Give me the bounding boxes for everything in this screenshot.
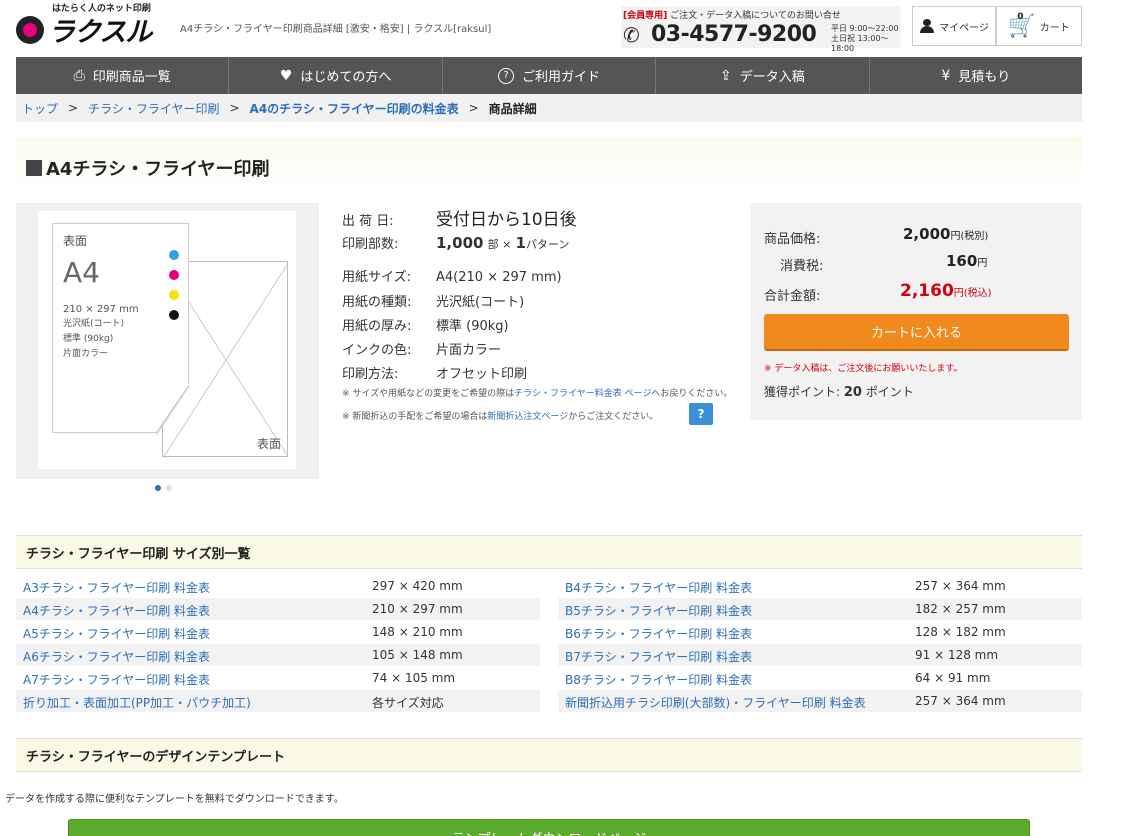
contact-hours: 平日 9:00〜22:00 土日祝 13:00〜18:00 — [831, 24, 899, 53]
nav-item-guide[interactable]: ? ご利用ガイド — [443, 57, 657, 94]
spec-note-change: ※ サイズや用紙などの変更をご希望の際はチラシ・フライヤー料金表 ページへお戻り… — [342, 389, 733, 399]
page-title: A4チラシ・フライヤー印刷 — [26, 155, 270, 181]
size-list-header: チラシ・フライヤー印刷 サイズ別一覧 — [16, 535, 1082, 569]
carousel-dot[interactable] — [166, 485, 172, 491]
contact-box: [会員専用] ご注文・データ入稿についてのお問い合せ ✆ 03-4577-920… — [621, 6, 901, 53]
logo-mark-icon — [16, 15, 44, 44]
spec-ship-date: 出 荷 日: 受付日から10日後 — [342, 210, 577, 230]
total-value: 2,160円(税込) — [900, 281, 992, 301]
paper-size-label: A4 — [63, 256, 100, 289]
page-title-bar: A4チラシ・フライヤー印刷 — [16, 137, 1082, 191]
points-earned: 獲得ポイント: 20 ポイント — [764, 385, 914, 400]
table-row: A3チラシ・フライヤー印刷 料金表 297 × 420 mm B4チラシ・フライ… — [23, 579, 1006, 595]
phone-icon: ✆ — [623, 23, 640, 47]
breadcrumb-separator: > — [468, 101, 479, 115]
header-description: A4チラシ・フライヤー印刷商品詳細 [激安・格安] | ラクスル[raksul] — [180, 24, 492, 35]
yen-icon: ¥ — [941, 67, 951, 84]
price-label: 商品価格: — [764, 232, 821, 247]
black-dot — [169, 310, 179, 320]
paper-front-specs: 210 × 297 mm 光沢紙(コート) 標準 (90kg) 片面カラー — [63, 304, 139, 359]
breadcrumb-home[interactable]: トップ — [22, 100, 58, 117]
paper-front-label: 表面 — [63, 234, 88, 248]
breadcrumb-separator: > — [229, 101, 240, 115]
title-marker — [26, 160, 42, 176]
table-row: A6チラシ・フライヤー印刷 料金表 105 × 148 mm B7チラシ・フライ… — [16, 644, 1082, 667]
add-to-cart-button[interactable]: カートに入れる — [764, 314, 1069, 351]
upload-icon: ⇪ — [720, 67, 732, 84]
logo-text: ラクスル — [48, 17, 152, 48]
product-preview: 表面 表面 A4 210 × 297 mm 光沢紙(コート) 標準 (90kg)… — [16, 203, 319, 479]
member-only-badge: [会員専用] — [623, 11, 668, 21]
cyan-dot — [169, 250, 179, 260]
price-value: 2,000円(税別) — [903, 225, 989, 243]
newspaper-order-link[interactable]: 新聞折込注文ページ — [487, 412, 568, 422]
question-icon: ? — [498, 67, 514, 84]
breadcrumb-current: 商品詳細 — [488, 101, 537, 116]
tax-value: 160円 — [946, 252, 988, 270]
cart-button[interactable]: 🛒 0 カート — [996, 6, 1082, 46]
carousel-dots — [155, 485, 172, 491]
contact-text: ご注文・データ入稿についてのお問い合せ — [670, 11, 841, 21]
mypage-button[interactable]: マイページ — [912, 6, 996, 46]
cart-count: 0 — [1017, 11, 1024, 22]
main-nav: ⎙ 印刷商品一覧 ♥ はじめての方へ ? ご利用ガイド ⇪ データ入稿 ¥ 見積… — [16, 57, 1082, 94]
cart-label: カート — [1039, 22, 1070, 34]
help-button[interactable]: ? — [689, 403, 713, 425]
nav-item-upload[interactable]: ⇪ データ入稿 — [656, 57, 870, 94]
person-icon — [919, 19, 935, 33]
price-box: 商品価格: 2,000円(税別) 消費税: 160円 合計金額: 2,160円(… — [750, 203, 1082, 420]
total-label: 合計金額: — [764, 289, 821, 304]
paper-back-label: 表面 — [256, 437, 281, 451]
spec-print-method: 印刷方法: オフセット印刷 — [342, 367, 528, 382]
cart-icon: 🛒 0 — [1008, 11, 1036, 39]
table-row: A5チラシ・フライヤー印刷 料金表 148 × 210 mm B6チラシ・フライ… — [23, 625, 1006, 641]
spec-ink-color: インクの色: 片面カラー — [342, 343, 502, 358]
table-row: A4チラシ・フライヤー印刷 料金表 210 × 297 mm B5チラシ・フライ… — [16, 598, 1082, 621]
tax-label: 消費税: — [780, 259, 824, 274]
site-header: はたらく人のネット印刷 ラクスル A4チラシ・フライヤー印刷商品詳細 [激安・格… — [0, 0, 1131, 56]
nav-item-beginners[interactable]: ♥ はじめての方へ — [229, 57, 443, 94]
breadcrumb-category[interactable]: チラシ・フライヤー印刷 — [88, 100, 219, 117]
table-row: 折り加工・表面加工(PP加工・パウチ加工) 各サイズ対応 新聞折込用チラシ印刷(… — [16, 690, 1082, 713]
template-header: チラシ・フライヤーのデザインテンプレート — [16, 738, 1082, 772]
page-fold-icon — [156, 385, 190, 435]
nav-item-products[interactable]: ⎙ 印刷商品一覧 — [16, 57, 230, 94]
spec-paper-size: 用紙サイズ: A4(210 × 297 mm) — [342, 270, 562, 285]
contact-phone[interactable]: 03-4577-9200 — [651, 22, 817, 47]
template-download-button[interactable]: テンプレートダウンロードページ — [68, 819, 1030, 836]
spec-note-newspaper: ※ 新聞折込の手配をご希望の場合は新聞折込注文ページからご注文ください。 — [342, 412, 659, 422]
spec-paper-type: 用紙の種類: 光沢紙(コート) — [342, 295, 525, 310]
yellow-dot — [169, 290, 179, 300]
template-description: データを作成する際に便利なテンプレートを無料でダウンロードできます。 — [5, 794, 344, 805]
upload-note: ※ データ入稿は、ご注文後にお願いいたします。 — [764, 364, 963, 374]
mypage-label: マイページ — [939, 22, 989, 34]
price-table-link[interactable]: チラシ・フライヤー料金表 ページ — [514, 389, 651, 399]
site-logo[interactable]: ラクスル — [16, 10, 152, 49]
table-row: A7チラシ・フライヤー印刷 料金表 74 × 105 mm B8チラシ・フライヤ… — [23, 671, 991, 687]
breadcrumb-separator: > — [68, 101, 79, 115]
carousel-dot-active[interactable] — [155, 485, 161, 491]
printer-icon: ⎙ — [73, 67, 85, 84]
breadcrumb: トップ > チラシ・フライヤー印刷 > A4のチラシ・フライヤー印刷の料金表 >… — [16, 94, 1082, 122]
spec-paper-thickness: 用紙の厚み: 標準 (90kg) — [342, 319, 509, 334]
heart-icon: ♥ — [279, 67, 293, 84]
breadcrumb-price-table[interactable]: A4のチラシ・フライヤー印刷の料金表 — [250, 100, 459, 117]
spec-print-count: 印刷部数: 1,000 部 × 1パターン — [342, 234, 570, 252]
nav-item-estimate[interactable]: ¥ 見積もり — [870, 57, 1082, 94]
magenta-dot — [169, 270, 179, 280]
